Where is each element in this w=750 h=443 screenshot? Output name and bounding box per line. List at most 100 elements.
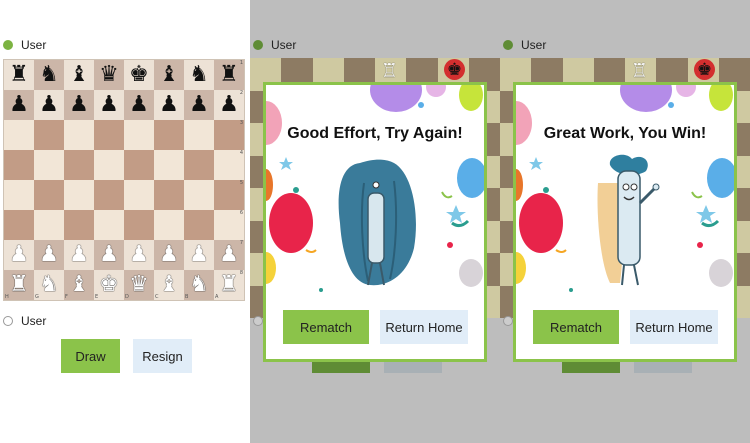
board-square[interactable]: 6 [214, 210, 244, 240]
black-king-icon[interactable]: ♚ [129, 64, 149, 86]
board-square[interactable]: ♚ [124, 60, 154, 90]
board-square[interactable] [124, 120, 154, 150]
white-pawn-icon[interactable]: ♟ [219, 244, 239, 266]
board-square[interactable] [64, 180, 94, 210]
black-pawn-icon[interactable]: ♟ [69, 94, 89, 116]
board-square[interactable] [4, 210, 34, 240]
black-pawn-icon[interactable]: ♟ [99, 94, 119, 116]
board-square[interactable] [124, 150, 154, 180]
black-rook-icon[interactable]: ♜ [9, 64, 29, 86]
board-square[interactable] [34, 210, 64, 240]
board-square[interactable]: ♟ [184, 240, 214, 270]
board-square[interactable]: ♟ [94, 240, 124, 270]
white-pawn-icon[interactable]: ♟ [99, 244, 119, 266]
board-square[interactable]: ♟ [154, 90, 184, 120]
white-pawn-icon[interactable]: ♟ [9, 244, 29, 266]
board-square[interactable] [4, 150, 34, 180]
black-bishop-icon[interactable]: ♝ [69, 64, 89, 86]
board-square[interactable]: ♝ [154, 60, 184, 90]
board-square[interactable]: ♜ 1 [214, 60, 244, 90]
white-knight-icon[interactable]: ♞ [189, 274, 209, 296]
board-square[interactable]: 3 [214, 120, 244, 150]
board-square[interactable]: ♞ [34, 60, 64, 90]
black-bishop-icon[interactable]: ♝ [159, 64, 179, 86]
board-square[interactable] [94, 120, 124, 150]
board-square[interactable]: 5 [214, 180, 244, 210]
white-bishop-icon[interactable]: ♝ [69, 274, 89, 296]
board-square[interactable] [154, 150, 184, 180]
board-square[interactable]: ♟ [94, 90, 124, 120]
board-square[interactable] [154, 210, 184, 240]
board-square[interactable]: ♞ [184, 60, 214, 90]
board-square[interactable]: ♟ [34, 240, 64, 270]
board-square[interactable]: ♟ [124, 240, 154, 270]
white-pawn-icon[interactable]: ♟ [189, 244, 209, 266]
black-pawn-icon[interactable]: ♟ [39, 94, 59, 116]
board-square[interactable]: ♚ E [94, 270, 124, 300]
black-pawn-icon[interactable]: ♟ [219, 94, 239, 116]
board-square[interactable] [4, 120, 34, 150]
board-square[interactable] [34, 150, 64, 180]
board-square[interactable]: ♜ [4, 60, 34, 90]
board-square[interactable] [184, 180, 214, 210]
board-square[interactable] [4, 180, 34, 210]
white-pawn-icon[interactable]: ♟ [39, 244, 59, 266]
white-pawn-icon[interactable]: ♟ [159, 244, 179, 266]
board-square[interactable]: ♝ C [154, 270, 184, 300]
rematch-button[interactable]: Rematch [283, 310, 369, 344]
board-square[interactable] [124, 210, 154, 240]
white-rook-icon[interactable]: ♜ [9, 274, 29, 296]
white-king-icon[interactable]: ♚ [99, 274, 119, 296]
board-square[interactable]: ♟ 7 [214, 240, 244, 270]
board-square[interactable] [94, 210, 124, 240]
board-square[interactable] [184, 210, 214, 240]
board-square[interactable] [94, 180, 124, 210]
black-knight-icon[interactable]: ♞ [39, 64, 59, 86]
board-square[interactable]: ♜ H [4, 270, 34, 300]
board-square[interactable]: ♟ [154, 240, 184, 270]
board-square[interactable]: ♛ [94, 60, 124, 90]
black-pawn-icon[interactable]: ♟ [129, 94, 149, 116]
board-square[interactable]: ♞ B [184, 270, 214, 300]
board-square[interactable] [184, 150, 214, 180]
board-square[interactable] [34, 120, 64, 150]
board-square[interactable]: ♟ [64, 240, 94, 270]
board-square[interactable] [64, 120, 94, 150]
board-square[interactable] [184, 120, 214, 150]
chess-board[interactable]: ♜ ♞ ♝ ♛ ♚ ♝ ♞ ♜ 1 ♟ ♟ ♟ ♟ ♟ ♟ ♟ ♟ 2 3 4 5 6 ♟ ♟ ♟ ♟ ♟ ♟ ♟ ♟ 7 ♜ H ♞ G ♝ F ♚ E ♛… [3, 59, 245, 301]
black-knight-icon[interactable]: ♞ [189, 64, 209, 86]
white-rook-icon[interactable]: ♜ [219, 274, 239, 296]
return-home-button[interactable]: Return Home [630, 310, 718, 344]
board-square[interactable] [64, 150, 94, 180]
white-pawn-icon[interactable]: ♟ [69, 244, 89, 266]
board-square[interactable]: ♟ 2 [214, 90, 244, 120]
board-square[interactable]: ♟ [4, 90, 34, 120]
board-square[interactable]: ♝ [64, 60, 94, 90]
white-knight-icon[interactable]: ♞ [39, 274, 59, 296]
white-queen-icon[interactable]: ♛ [129, 274, 149, 296]
board-square[interactable]: ♛ D [124, 270, 154, 300]
rematch-button[interactable]: Rematch [533, 310, 619, 344]
black-pawn-icon[interactable]: ♟ [189, 94, 209, 116]
black-pawn-icon[interactable]: ♟ [9, 94, 29, 116]
board-square[interactable] [34, 180, 64, 210]
black-queen-icon[interactable]: ♛ [99, 64, 119, 86]
resign-button[interactable]: Resign [133, 339, 192, 373]
return-home-button[interactable]: Return Home [380, 310, 468, 344]
board-square[interactable] [64, 210, 94, 240]
draw-button[interactable]: Draw [61, 339, 120, 373]
board-square[interactable]: ♟ [4, 240, 34, 270]
board-square[interactable] [154, 180, 184, 210]
board-square[interactable] [154, 120, 184, 150]
board-square[interactable]: ♝ F [64, 270, 94, 300]
board-square[interactable] [124, 180, 154, 210]
board-square[interactable]: 4 [214, 150, 244, 180]
black-pawn-icon[interactable]: ♟ [159, 94, 179, 116]
board-square[interactable]: ♟ [184, 90, 214, 120]
board-square[interactable]: ♟ [124, 90, 154, 120]
white-bishop-icon[interactable]: ♝ [159, 274, 179, 296]
board-square[interactable] [94, 150, 124, 180]
black-rook-icon[interactable]: ♜ [219, 64, 239, 86]
board-square[interactable]: ♜ 8 A [214, 270, 244, 300]
board-square[interactable]: ♟ [64, 90, 94, 120]
